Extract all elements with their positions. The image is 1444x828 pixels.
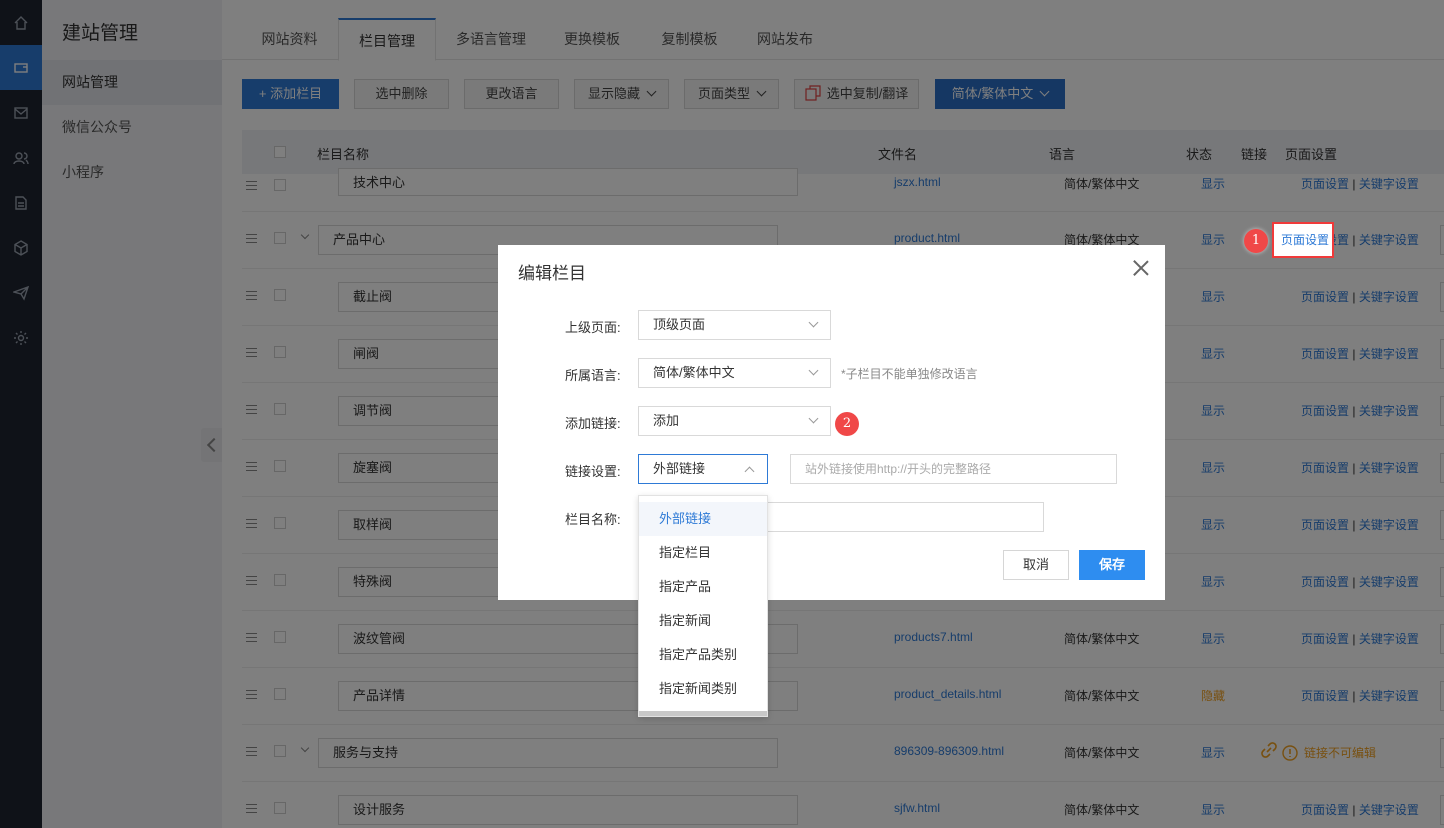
- link-setting-select[interactable]: 外部链接: [638, 454, 768, 484]
- edit-column-dialog: 编辑栏目 上级页面: 顶级页面 所属语言: 简体/繁体中文 *子栏目不能单独修改…: [498, 245, 1165, 600]
- chevron-down-icon: [808, 317, 819, 328]
- cancel-button[interactable]: 取消: [1003, 550, 1069, 580]
- parent-page-value: 顶级页面: [653, 317, 706, 332]
- highlight-box: [1272, 222, 1334, 258]
- dropdown-option-news-category[interactable]: 指定新闻类别: [639, 672, 767, 706]
- language-label: 所属语言:: [565, 368, 621, 383]
- parent-page-select[interactable]: 顶级页面: [638, 310, 831, 340]
- language-select[interactable]: 简体/繁体中文: [638, 358, 831, 388]
- dropdown-option-product-category[interactable]: 指定产品类别: [639, 638, 767, 672]
- link-setting-value: 外部链接: [653, 461, 706, 476]
- link-setting-label: 链接设置:: [565, 464, 621, 479]
- add-link-select[interactable]: 添加: [638, 406, 831, 436]
- dialog-title: 编辑栏目: [518, 264, 586, 283]
- dropdown-scrollbar[interactable]: [639, 711, 767, 716]
- close-icon[interactable]: [1132, 259, 1150, 277]
- chevron-up-icon: [744, 466, 755, 477]
- chevron-down-icon: [808, 365, 819, 376]
- external-link-input[interactable]: 站外链接使用http://开头的完整路径: [790, 454, 1117, 484]
- parent-page-label: 上级页面:: [565, 320, 621, 335]
- add-link-label: 添加链接:: [565, 416, 621, 431]
- save-button[interactable]: 保存: [1079, 550, 1145, 580]
- language-hint: *子栏目不能单独修改语言: [841, 367, 978, 381]
- dropdown-option-product[interactable]: 指定产品: [639, 570, 767, 604]
- add-link-value: 添加: [653, 413, 680, 428]
- dropdown-option-external[interactable]: 外部链接: [639, 502, 767, 536]
- step-badge-1: 1: [1244, 229, 1268, 253]
- dropdown-option-news[interactable]: 指定新闻: [639, 604, 767, 638]
- column-name-label: 栏目名称:: [565, 512, 621, 527]
- chevron-down-icon: [808, 413, 819, 424]
- step-badge-2: 2: [835, 412, 859, 436]
- link-type-dropdown: 外部链接 指定栏目 指定产品 指定新闻 指定产品类别 指定新闻类别: [638, 495, 768, 717]
- language-value: 简体/繁体中文: [653, 365, 735, 380]
- dropdown-option-column[interactable]: 指定栏目: [639, 536, 767, 570]
